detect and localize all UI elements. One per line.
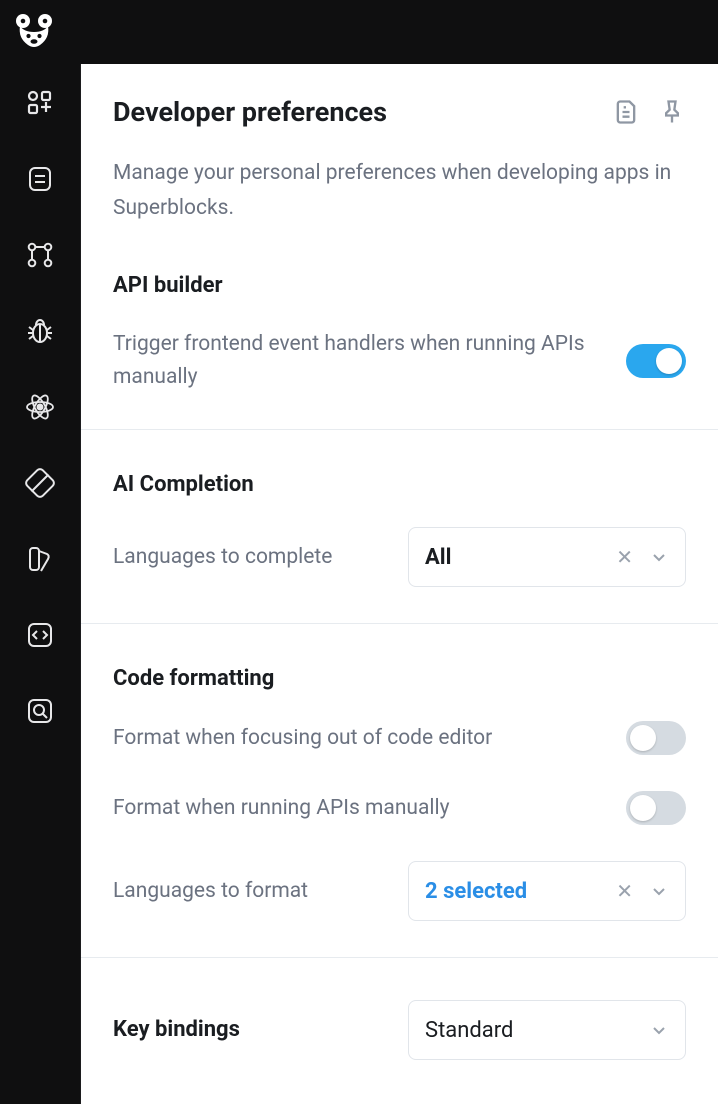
topbar: [0, 0, 718, 64]
components-icon[interactable]: [23, 86, 57, 120]
chevron-down-icon: [649, 881, 669, 901]
clear-icon[interactable]: ✕: [612, 875, 637, 907]
react-icon[interactable]: [23, 390, 57, 424]
code-formatting-heading: Code formatting: [113, 666, 686, 691]
format-run-label: Format when running APIs manually: [113, 792, 598, 825]
chevron-down-icon: [649, 1020, 669, 1040]
clear-icon[interactable]: ✕: [612, 541, 637, 573]
languages-format-select[interactable]: 2 selected ✕: [408, 861, 686, 921]
languages-format-label: Languages to format: [113, 875, 380, 908]
format-focus-out-label: Format when focusing out of code editor: [113, 722, 598, 755]
key-bindings-label: Key bindings: [113, 1013, 380, 1047]
workflow-icon[interactable]: [23, 238, 57, 272]
key-bindings-select[interactable]: Standard: [408, 1000, 686, 1060]
languages-complete-value: All: [425, 545, 600, 570]
chevron-down-icon: [649, 547, 669, 567]
app-logo-icon: [14, 12, 54, 52]
languages-format-value: 2 selected: [425, 879, 600, 904]
search-icon[interactable]: [23, 694, 57, 728]
pin-icon[interactable]: [658, 98, 686, 126]
page-subtitle: Manage your personal preferences when de…: [113, 156, 686, 225]
key-bindings-value: Standard: [425, 1018, 637, 1043]
format-run-toggle[interactable]: [626, 791, 686, 825]
document-icon[interactable]: [612, 98, 640, 126]
languages-complete-select[interactable]: All ✕: [408, 527, 686, 587]
trigger-events-label: Trigger frontend event handlers when run…: [113, 328, 598, 393]
trigger-events-toggle[interactable]: [626, 344, 686, 378]
ai-completion-heading: AI Completion: [113, 472, 686, 497]
bug-icon[interactable]: [23, 314, 57, 348]
palette-icon[interactable]: [23, 542, 57, 576]
languages-complete-label: Languages to complete: [113, 541, 380, 574]
preferences-panel: Developer preferences Manage your person…: [80, 64, 718, 1104]
code-icon[interactable]: [23, 618, 57, 652]
theme-icon[interactable]: [23, 466, 57, 500]
left-sidebar: [0, 64, 80, 1104]
api-builder-heading: API builder: [113, 273, 686, 298]
page-title: Developer preferences: [113, 96, 594, 128]
format-focus-out-toggle[interactable]: [626, 721, 686, 755]
pages-icon[interactable]: [23, 162, 57, 196]
